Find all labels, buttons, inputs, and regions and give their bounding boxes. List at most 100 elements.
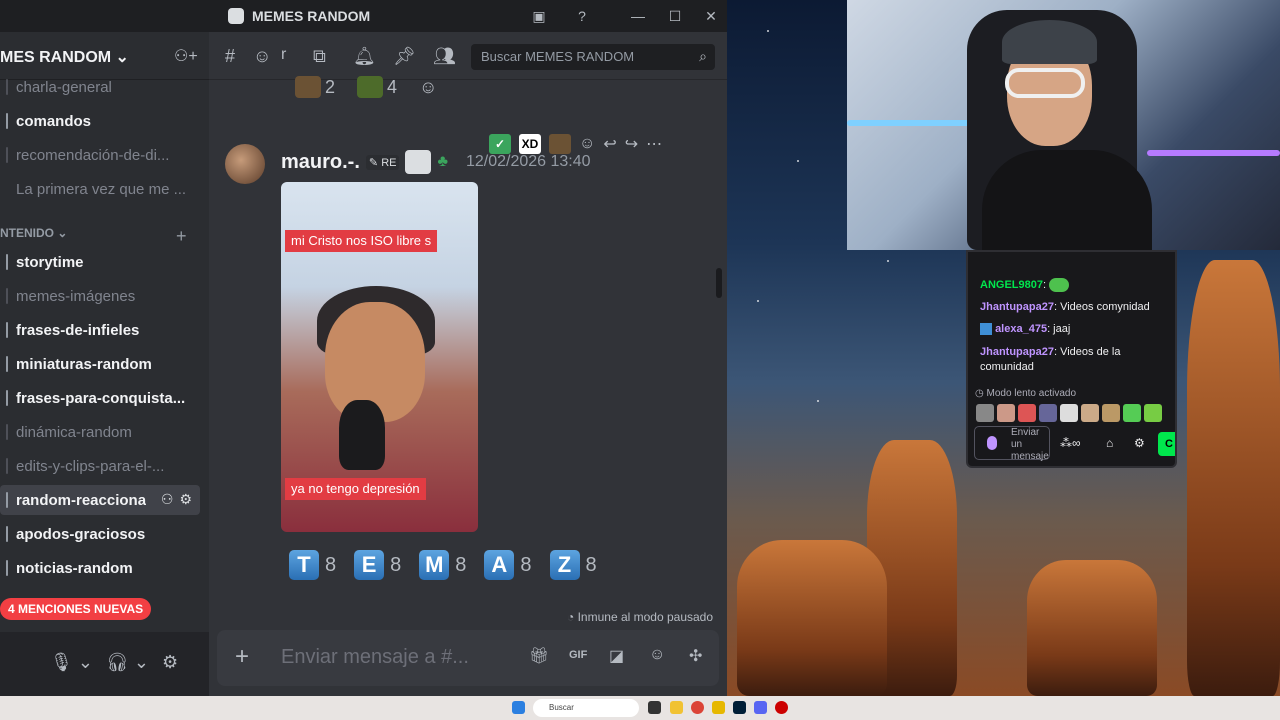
more-options-icon[interactable]: ⋯: [646, 134, 662, 154]
emoji-picker-icon[interactable]: ☺: [649, 646, 665, 664]
taskbar-search[interactable]: Buscar: [533, 699, 639, 717]
reaction-chip[interactable]: E8: [354, 550, 401, 580]
channel-item[interactable]: edits-y-clips-para-el-...: [0, 451, 200, 481]
unread-indicator: [6, 113, 8, 129]
screen-share-icon[interactable]: ▣: [529, 6, 549, 26]
close-button[interactable]: ✕: [701, 6, 721, 26]
gift-icon[interactable]: 🎁︎: [529, 646, 549, 666]
emote-icon[interactable]: [1081, 404, 1099, 422]
channel-item[interactable]: noticias-random: [0, 553, 200, 583]
channel-name-truncated[interactable]: r: [281, 46, 286, 64]
chat-send-button[interactable]: C: [1158, 432, 1175, 456]
window-title: MEMES RANDOM: [228, 8, 370, 24]
emote-icon[interactable]: [1123, 404, 1141, 422]
forward-icon[interactable]: ↪: [625, 134, 638, 154]
letter-emoji-icon: M: [419, 550, 450, 580]
emote-icon[interactable]: [997, 404, 1015, 422]
gif-icon[interactable]: GIF: [569, 649, 587, 661]
avatar[interactable]: [225, 144, 265, 184]
letter-emoji-icon: E: [354, 550, 385, 580]
start-menu-icon[interactable]: [512, 701, 525, 714]
create-invite-icon[interactable]: ⚇: [161, 491, 174, 508]
folder-icon[interactable]: [670, 701, 683, 714]
explorer-icon[interactable]: [712, 701, 725, 714]
emote-icon[interactable]: [1039, 404, 1057, 422]
discord-taskbar-icon[interactable]: [754, 701, 767, 714]
upload-plus-icon[interactable]: +: [235, 643, 249, 671]
category-header[interactable]: NTENIDO ⌄: [0, 226, 67, 240]
chat-text: jaaj: [1050, 323, 1071, 335]
member-list-icon[interactable]: 👥︎: [433, 46, 456, 67]
microphone-icon[interactable]: [987, 436, 997, 450]
chat-emote-icon: [1049, 278, 1070, 293]
chat-username[interactable]: Jhantupapa27: [980, 346, 1054, 358]
chat-username[interactable]: alexa_475: [995, 323, 1047, 335]
clan-badge-icon: ♣: [437, 153, 448, 170]
maximize-button[interactable]: ☐: [665, 6, 685, 26]
message-author[interactable]: mauro.-.: [281, 151, 360, 174]
title-bar: MEMES RANDOM ▣ ? — ☐ ✕: [0, 0, 727, 32]
headphones-icon[interactable]: 🎧︎ ⌄: [106, 652, 149, 673]
message-composer[interactable]: + Enviar mensaje a #... 🎁︎ GIF ◪ ☺ ✣: [217, 630, 719, 686]
emote-icon[interactable]: [1018, 404, 1036, 422]
add-reaction-icon[interactable]: ☺: [413, 75, 443, 100]
emote-icon[interactable]: [1144, 404, 1162, 422]
chat-text: Videos comynidad: [1057, 301, 1150, 313]
new-mentions-pill[interactable]: 4 MENCIONES NUEVAS: [0, 598, 152, 620]
channel-label: noticias-random: [16, 559, 133, 577]
channel-item[interactable]: storytime: [0, 247, 200, 277]
channel-item[interactable]: recomendación-de-di...: [0, 140, 200, 170]
apps-icon[interactable]: ✣: [689, 646, 702, 666]
video-attachment[interactable]: mi Cristo nos ISO libre s ya no tengo de…: [281, 182, 478, 532]
channel-item[interactable]: comandos: [0, 106, 200, 136]
reaction-chip[interactable]: Z8: [549, 550, 597, 580]
channel-item[interactable]: dinámica-random: [0, 417, 200, 447]
reaction-chip[interactable]: T8: [289, 550, 336, 580]
obs-icon[interactable]: [775, 701, 788, 714]
reaction-chip[interactable]: 4: [351, 74, 403, 100]
message-reactions: T8 E8 M8 A8 Z8: [289, 550, 597, 580]
slowmode-notice: ◔ Inmune al modo pausado: [567, 610, 714, 624]
threads-icon[interactable]: ⧉: [313, 46, 326, 67]
chat-scrollbar[interactable]: [716, 268, 722, 298]
notification-bell-icon[interactable]: 🔔︎: [353, 46, 376, 67]
reaction-chip[interactable]: A8: [484, 550, 532, 580]
file-explorer-icon[interactable]: [648, 701, 661, 714]
reaction-chip[interactable]: 2: [289, 74, 341, 100]
taskbar: Buscar: [0, 696, 1280, 720]
minimize-button[interactable]: —: [628, 6, 648, 26]
microphone-icon[interactable]: 🎙︎ ⌄: [50, 652, 93, 673]
previous-message-reactions: 2 4 ☺: [289, 74, 443, 100]
sticker-icon[interactable]: ◪: [609, 646, 624, 666]
help-icon[interactable]: ?: [572, 6, 592, 26]
create-channel-icon[interactable]: +: [176, 226, 187, 247]
store-icon[interactable]: ⌂: [1106, 436, 1113, 450]
emote-icon[interactable]: [1102, 404, 1120, 422]
emote-bar: [976, 404, 1162, 422]
channel-item[interactable]: miniaturas-random: [0, 349, 200, 379]
thread-item[interactable]: La primera vez que me ...: [0, 174, 200, 204]
reaction-chip[interactable]: M8: [419, 550, 466, 580]
bits-icon[interactable]: ⁂∞: [1060, 436, 1081, 450]
channel-item-active[interactable]: random-reacciona ⚇ ⚙: [0, 485, 200, 515]
photoshop-icon[interactable]: [733, 701, 746, 714]
channel-item[interactable]: charla-general: [0, 72, 200, 102]
chat-username[interactable]: Jhantupapa27: [980, 301, 1054, 313]
user-settings-icon[interactable]: ⚙: [162, 652, 178, 673]
channel-settings-icon[interactable]: ⚙: [179, 491, 192, 508]
search-input[interactable]: Buscar MEMES RANDOM ⌕: [471, 44, 715, 70]
channel-item[interactable]: memes-imágenes: [0, 281, 200, 311]
chat-username[interactable]: ANGEL9807: [980, 279, 1043, 291]
channel-item[interactable]: apodos-graciosos: [0, 519, 200, 549]
chrome-icon[interactable]: [691, 701, 704, 714]
pinned-messages-icon[interactable]: 📌︎: [393, 46, 416, 67]
server-name[interactable]: MES RANDOM ⌄: [0, 47, 129, 67]
channel-item[interactable]: frases-para-conquista...: [0, 383, 200, 413]
chat-input[interactable]: Enviar un mensaje: [974, 426, 1050, 462]
emote-icon[interactable]: [1060, 404, 1078, 422]
channel-item[interactable]: frases-de-infieles: [0, 315, 200, 345]
chat-settings-icon[interactable]: ⚙: [1134, 436, 1145, 450]
reply-icon[interactable]: ↩: [603, 134, 616, 154]
emote-icon[interactable]: [976, 404, 994, 422]
invite-people-icon[interactable]: ⚇+: [174, 46, 198, 66]
